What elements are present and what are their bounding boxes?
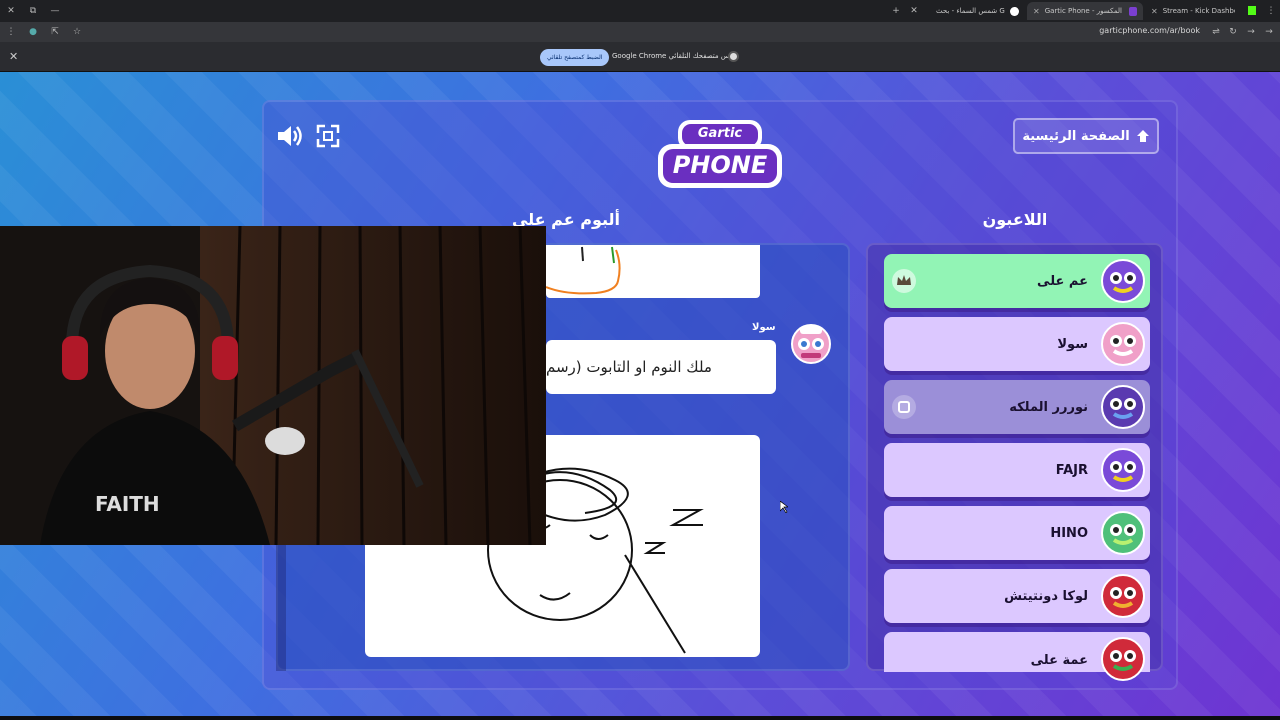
- crown-icon: [892, 269, 916, 293]
- default-browser-infobar: ✕ الضبط كمتصفح تلقائي Google Chrome ليس …: [0, 42, 1280, 72]
- player-name: سولا: [1057, 336, 1088, 352]
- sola-avatar-icon: [791, 324, 831, 364]
- player-row[interactable]: سولا: [884, 317, 1150, 371]
- player-row[interactable]: لوكا دونتيتش: [884, 569, 1150, 623]
- bookmark-star-icon[interactable]: ☆: [66, 27, 88, 37]
- player-avatar-icon: [1101, 259, 1145, 303]
- fullscreen-icon[interactable]: [316, 124, 340, 148]
- address-bar: ⋮ ● ⇱ ☆ garticphone.com/ar/book ⇌ ↻ → →: [0, 22, 1280, 42]
- chrome-icon: [728, 51, 739, 62]
- player-name: FAJR: [1055, 462, 1088, 478]
- player-avatar-icon: [1101, 511, 1145, 555]
- tab-title: Gartic Phone - الهاتف المكسور: [1044, 7, 1124, 15]
- logo-text-bottom: PHONE: [672, 151, 768, 179]
- player-avatar-icon: [1101, 637, 1145, 681]
- close-tab-icon[interactable]: ✕: [1151, 7, 1158, 16]
- tab-search-icon[interactable]: ⋮: [1260, 0, 1280, 22]
- player-avatar-icon: [1101, 448, 1145, 492]
- restore-window-icon[interactable]: ⧉: [22, 0, 44, 22]
- close-tab-icon[interactable]: ✕: [1033, 7, 1040, 16]
- menu-icon[interactable]: ⋮: [0, 27, 22, 37]
- home-icon: [1136, 130, 1149, 142]
- player-row[interactable]: عمة على: [884, 632, 1150, 681]
- home-button-label: الصفحة الرئيسية: [1022, 128, 1130, 144]
- share-icon[interactable]: ⇱: [44, 27, 66, 37]
- back-icon[interactable]: →: [1258, 27, 1280, 37]
- tab-title: Stream - Kick Dashboard: [1162, 7, 1235, 15]
- player-row[interactable]: HINO: [884, 506, 1150, 560]
- away-icon: [892, 395, 916, 419]
- player-name: عم على: [1037, 273, 1088, 289]
- tab-kick-dashboard[interactable]: ✕ Stream - Kick Dashboard: [1145, 2, 1243, 20]
- home-button[interactable]: الصفحة الرئيسية: [1013, 118, 1159, 154]
- minimize-window-icon[interactable]: —: [44, 0, 66, 22]
- mouse-cursor-icon: [780, 501, 788, 513]
- player-row[interactable]: عم على: [884, 254, 1150, 308]
- album-phrase: ملك النوم او التابوت (رسم: [546, 340, 776, 394]
- player-name: نوررر الملكه: [1009, 399, 1088, 415]
- gartic-icon: [1128, 6, 1137, 16]
- player-row[interactable]: FAJR: [884, 443, 1150, 497]
- logo-text-top: Gartic: [697, 126, 743, 141]
- tab-close-icon[interactable]: ✕: [903, 0, 925, 22]
- player-avatar-icon: [1101, 322, 1145, 366]
- player-avatar-icon: [1101, 574, 1145, 618]
- svg-text:FAITH: FAITH: [95, 492, 160, 516]
- close-icon[interactable]: ✕: [9, 50, 18, 63]
- player-name: لوكا دونتيتش: [1004, 588, 1088, 604]
- tab-gartic-phone[interactable]: ✕ Gartic Phone - الهاتف المكسور: [1027, 2, 1143, 20]
- webcam-overlay: FAITH: [0, 226, 546, 545]
- album-drawing-card: [545, 245, 760, 298]
- sound-icon[interactable]: [276, 124, 304, 148]
- tab-bar: ✕ ⧉ — + ✕ شمس السماء - بحث Google ✕ Gart…: [0, 0, 1280, 22]
- set-default-button[interactable]: الضبط كمتصفح تلقائي: [540, 49, 610, 66]
- album-author: سولا: [752, 322, 776, 333]
- player-row[interactable]: نوررر الملكه: [884, 380, 1150, 434]
- taskbar-strip: [0, 716, 1280, 720]
- url-field[interactable]: garticphone.com/ar/book: [1099, 26, 1200, 35]
- tab-google-search[interactable]: شمس السماء - بحث Google: [930, 2, 1025, 20]
- player-name: عمة على: [1030, 652, 1088, 668]
- player-name: HINO: [1050, 525, 1088, 541]
- player-avatar-icon: [1101, 385, 1145, 429]
- tab-title: شمس السماء - بحث Google: [936, 7, 1005, 15]
- gartic-phone-logo: Gartic PHONE: [656, 118, 784, 194]
- infobar-message: Google Chrome ليس متصفحك التلقائي.: [612, 52, 736, 60]
- players-heading: اللاعبون: [982, 210, 1048, 229]
- extensions-icon[interactable]: ●: [22, 27, 44, 37]
- kick-icon: [1248, 6, 1256, 15]
- close-window-icon[interactable]: ✕: [0, 0, 22, 22]
- google-icon: [1010, 6, 1019, 16]
